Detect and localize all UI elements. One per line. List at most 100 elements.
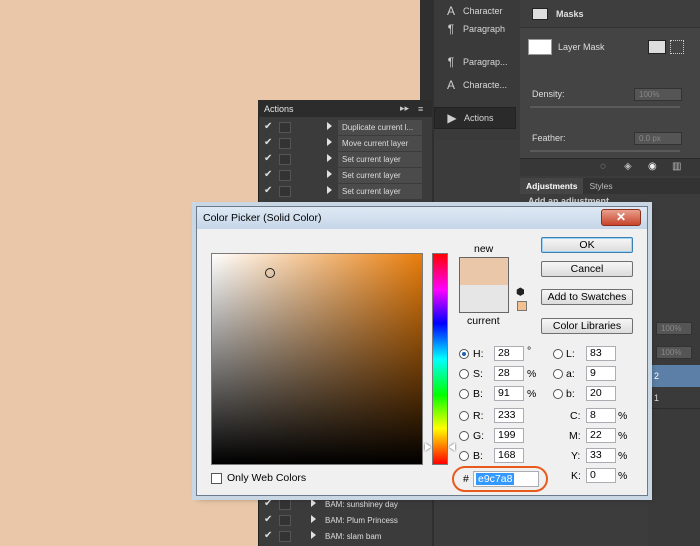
expand-icon[interactable]: [327, 122, 332, 130]
ok-button[interactable]: OK: [541, 237, 633, 253]
expand-icon[interactable]: [327, 170, 332, 178]
action-row[interactable]: ✔ Set current layer: [259, 167, 433, 183]
tab-adjustments[interactable]: Adjustments: [520, 178, 584, 194]
lab-a-input[interactable]: 9: [586, 366, 616, 381]
blue-radio[interactable]: [459, 451, 469, 461]
degree-unit: °: [527, 345, 532, 357]
expand-icon[interactable]: [327, 186, 332, 194]
layer-row-selected[interactable]: 2: [648, 365, 700, 387]
dialog-toggle[interactable]: [279, 531, 291, 542]
dialog-toggle[interactable]: [279, 122, 291, 133]
dialog-titlebar[interactable]: Color Picker (Solid Color) ✕: [197, 207, 647, 229]
brightness-input[interactable]: 91: [494, 386, 524, 401]
density-field[interactable]: 100%: [634, 88, 682, 101]
panel-character-styles[interactable]: A Characte...: [434, 74, 520, 96]
feather-slider[interactable]: [530, 150, 680, 152]
action-row[interactable]: ✔ BAM: slam bam: [259, 528, 433, 544]
hue-slider-right-arrow-icon[interactable]: [449, 443, 455, 451]
dialog-toggle[interactable]: [279, 499, 291, 510]
tab-styles[interactable]: Styles: [583, 178, 618, 194]
check-icon[interactable]: ✔: [264, 530, 272, 541]
hue-slider-left-arrow-icon[interactable]: [425, 443, 431, 451]
saturation-radio[interactable]: [459, 369, 469, 379]
action-row[interactable]: ✔ BAM: sunshiney day: [259, 496, 433, 512]
mask-icon: [532, 7, 548, 20]
collapse-icon[interactable]: ▸▸: [400, 103, 409, 114]
layers-panel-edge: 100% 100% 2 1: [648, 280, 700, 546]
panel-actions-active[interactable]: ▶ Actions: [434, 107, 516, 129]
web-safe-cube-icon[interactable]: ⬢: [516, 287, 525, 298]
density-slider[interactable]: [530, 106, 680, 108]
expand-icon[interactable]: [311, 515, 316, 523]
expand-icon[interactable]: [327, 154, 332, 162]
layer-mask-row[interactable]: Layer Mask: [520, 30, 700, 64]
dialog-toggle[interactable]: [279, 186, 291, 197]
yellow-input[interactable]: 33: [586, 448, 616, 463]
dialog-toggle[interactable]: [279, 154, 291, 165]
red-input[interactable]: 233: [494, 408, 524, 423]
paragraph-styles-icon: ¶: [447, 55, 455, 69]
pixel-mask-button[interactable]: [648, 40, 666, 54]
action-row[interactable]: ✔ Set current layer: [259, 183, 433, 199]
eye-icon[interactable]: ◉: [648, 161, 657, 172]
selection-icon[interactable]: ◌: [600, 161, 606, 172]
apply-mask-icon[interactable]: ◈: [624, 161, 632, 172]
hex-input[interactable]: e9c7a8: [473, 471, 539, 487]
feather-field[interactable]: 0.0 px: [634, 132, 682, 145]
green-radio[interactable]: [459, 431, 469, 441]
saturation-input[interactable]: 28: [494, 366, 524, 381]
check-icon[interactable]: ✔: [264, 185, 272, 196]
check-icon[interactable]: ✔: [264, 498, 272, 509]
check-icon[interactable]: ✔: [264, 169, 272, 180]
current-color-swatch[interactable]: [459, 285, 509, 313]
action-row[interactable]: ✔ BAM: Plum Princess: [259, 512, 433, 528]
check-icon[interactable]: ✔: [264, 153, 272, 164]
action-label: Set current layer: [338, 184, 422, 199]
cancel-button[interactable]: Cancel: [541, 261, 633, 277]
lab-a-label: a:: [566, 368, 575, 380]
panel-menu-icon[interactable]: ≡: [418, 104, 423, 114]
magenta-input[interactable]: 22: [586, 428, 616, 443]
fill-field[interactable]: 100%: [656, 346, 692, 359]
color-libraries-button[interactable]: Color Libraries: [541, 318, 633, 334]
hue-input[interactable]: 28: [494, 346, 524, 361]
action-row[interactable]: ✔ Move current layer: [259, 135, 433, 151]
vector-mask-button[interactable]: [670, 40, 684, 54]
mask-thumbnail: [528, 39, 552, 55]
close-button[interactable]: ✕: [601, 209, 641, 226]
brightness-radio[interactable]: [459, 389, 469, 399]
only-web-colors-checkbox[interactable]: [211, 473, 222, 484]
red-radio[interactable]: [459, 411, 469, 421]
dialog-toggle[interactable]: [279, 170, 291, 181]
action-row[interactable]: ✔ Duplicate current l...: [259, 119, 433, 135]
check-icon[interactable]: ✔: [264, 514, 272, 525]
dialog-toggle[interactable]: [279, 138, 291, 149]
blue-input[interactable]: 168: [494, 448, 524, 463]
panel-paragraph-styles[interactable]: ¶ Paragrap...: [434, 51, 520, 73]
green-input[interactable]: 199: [494, 428, 524, 443]
hue-radio[interactable]: [459, 349, 469, 359]
action-row[interactable]: ✔ Set current layer: [259, 151, 433, 167]
lab-b-radio[interactable]: [553, 389, 563, 399]
web-safe-color-swatch[interactable]: [517, 301, 527, 311]
expand-icon[interactable]: [311, 531, 316, 539]
color-field[interactable]: [211, 253, 423, 465]
check-icon[interactable]: ✔: [264, 121, 272, 132]
layer-row[interactable]: 1: [648, 387, 700, 409]
expand-icon[interactable]: [327, 138, 332, 146]
color-field-cursor[interactable]: [265, 268, 275, 278]
dialog-toggle[interactable]: [279, 515, 291, 526]
lab-b-input[interactable]: 20: [586, 386, 616, 401]
black-input[interactable]: 0: [586, 468, 616, 483]
lab-a-radio[interactable]: [553, 369, 563, 379]
panel-paragraph[interactable]: ¶ Paragraph: [434, 18, 520, 40]
hue-slider[interactable]: [432, 253, 448, 465]
add-to-swatches-button[interactable]: Add to Swatches: [541, 289, 633, 305]
cyan-input[interactable]: 8: [586, 408, 616, 423]
trash-icon[interactable]: ▥: [672, 161, 681, 172]
lab-l-radio[interactable]: [553, 349, 563, 359]
check-icon[interactable]: ✔: [264, 137, 272, 148]
opacity-field[interactable]: 100%: [656, 322, 692, 335]
expand-icon[interactable]: [311, 499, 316, 507]
lab-l-input[interactable]: 83: [586, 346, 616, 361]
